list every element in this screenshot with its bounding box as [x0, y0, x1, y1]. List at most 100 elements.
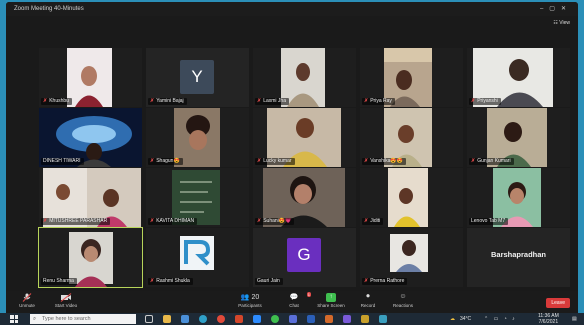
participant-name: ✗ Suhani😍💗	[255, 218, 295, 225]
video-tile[interactable]: ✗ Khushbu	[39, 48, 142, 107]
video-tile[interactable]: ✗ Lucky kumar	[253, 108, 356, 167]
avatar: Y	[180, 60, 214, 94]
video-tile-active-speaker[interactable]: Renu Sharma	[38, 227, 143, 288]
reactions-icon: ☺	[399, 293, 407, 300]
tray-icons[interactable]: ⌃ ▭ ◔ ♪	[484, 315, 517, 323]
muted-mic-icon: ✗	[364, 98, 369, 104]
participant-name: ✗ Jiditi	[362, 218, 384, 225]
muted-mic-icon: ✗	[471, 158, 476, 164]
video-tile[interactable]: ✗ MITUSHREE PARASHAR	[39, 168, 142, 227]
video-tile[interactable]: ✗ KAVITA DHIMAN	[146, 168, 249, 227]
temperature[interactable]: 34°C	[460, 315, 471, 323]
video-tile[interactable]: ✗ Jiditi	[360, 168, 463, 227]
muted-mic-icon	[22, 293, 32, 302]
chat-icon: 💬 1	[289, 292, 311, 301]
participant-name: ✗ Priya Ray	[362, 98, 395, 105]
edge-icon[interactable]	[199, 315, 207, 323]
video-tile[interactable]: ✗ Suhani😍💗	[253, 168, 356, 227]
video-tile[interactable]: ✗ Priyanshi	[467, 48, 570, 107]
participant-name: ✗ Khushbu	[41, 98, 72, 105]
participants-icon: 👥 20	[240, 294, 260, 301]
participants-count: 20	[251, 294, 260, 301]
video-tile[interactable]: ✗ Vanshika😍😍	[360, 108, 463, 167]
search-icon: ⌕	[33, 316, 37, 322]
participant-name: Gauri Jain	[255, 278, 283, 285]
video-tile[interactable]: ✗ Gunjan Kumari	[467, 108, 570, 167]
leave-button[interactable]: Leave	[546, 298, 570, 308]
office-icon[interactable]	[235, 315, 243, 323]
video-tile[interactable]: ✗ Priya Ray	[360, 48, 463, 107]
participant-name: ✗ Gunjan Kumari	[469, 158, 514, 165]
video-tile[interactable]: ✗ Rashmi Shukla	[146, 228, 249, 287]
participant-name: DINESH TIWARI	[41, 158, 84, 165]
muted-mic-icon: ✗	[43, 98, 48, 104]
video-tile[interactable]: Y ✗ Yamini Bajaj	[146, 48, 249, 107]
powerpoint-icon[interactable]	[325, 315, 333, 323]
weather-icon[interactable]: ☁	[450, 315, 455, 323]
video-tile[interactable]: ✗ Laxmi Jha	[253, 48, 356, 107]
share-screen-button[interactable]: ↑ Share Screen	[312, 293, 350, 308]
clock-date: 7/6/2021	[538, 319, 559, 325]
participant-name: ✗ Lucky kumar	[255, 158, 295, 165]
participant-name: ✗ MITUSHREE PARASHAR	[41, 218, 111, 225]
taskbar-search-box[interactable]: ⌕ Type here to search	[30, 314, 136, 324]
participant-name: ✗ KAVITA DHIMAN	[148, 218, 198, 225]
muted-mic-icon: ✗	[471, 98, 476, 104]
video-tile[interactable]: ✗ Prerna Rathore	[360, 228, 463, 287]
record-button[interactable]: ⏺ Record	[356, 293, 380, 308]
video-tile[interactable]: Lenovo Tab M7	[467, 168, 570, 227]
avatar: G	[287, 238, 321, 272]
search-placeholder: Type here to search	[42, 316, 91, 322]
muted-mic-icon: ✗	[257, 98, 262, 104]
meeting-toolbar: Unmute Start Video 👥 20 Participants 💬 1 …	[6, 291, 578, 313]
muted-mic-icon: ✗	[257, 158, 262, 164]
participant-name: ✗ Rashmi Shukla	[148, 278, 193, 285]
muted-mic-icon: ✗	[150, 158, 155, 164]
muted-mic-icon: ✗	[150, 98, 155, 104]
start-video-button[interactable]: Start Video	[50, 293, 82, 308]
windows-taskbar: ⌕ Type here to search ☁ 34°C ⌃ ▭ ◔ ♪ 11:…	[0, 313, 584, 325]
muted-mic-icon: ✗	[364, 278, 369, 284]
participant-name: ✗ Priyanshi	[469, 98, 501, 105]
windows-start-icon[interactable]	[10, 315, 18, 323]
reactions-button[interactable]: ☺ Reactions	[388, 293, 418, 308]
unmute-button[interactable]: Unmute	[14, 293, 40, 308]
muted-mic-icon: ✗	[150, 278, 155, 284]
muted-mic-icon: ✗	[43, 218, 48, 224]
file-explorer-icon[interactable]	[163, 315, 171, 323]
chat-button[interactable]: 💬 1 Chat	[282, 292, 311, 308]
store-icon[interactable]	[181, 315, 189, 323]
clock[interactable]: 11:36 AM 7/6/2021	[538, 313, 559, 325]
video-tile[interactable]: Barshapradhan	[467, 228, 570, 287]
participant-name: Renu Sharma	[41, 278, 77, 285]
record-icon: ⏺	[366, 293, 370, 300]
zoom-window: Zoom Meeting 40-Minutes –▢✕ ☷ View ✗ Khus…	[6, 2, 578, 325]
participant-name: ✗ Shagun😍	[148, 158, 183, 165]
participant-name: ✗ Yamini Bajaj	[148, 98, 187, 105]
zoom-icon[interactable]	[253, 315, 261, 323]
participants-button[interactable]: 👥 20 Participants	[232, 293, 268, 308]
notifications-icon[interactable]: ▤	[572, 315, 577, 323]
video-tile[interactable]: DINESH TIWARI	[39, 108, 142, 167]
muted-mic-icon: ✗	[364, 218, 369, 224]
chrome-icon[interactable]	[217, 315, 225, 323]
video-camera-off-icon	[60, 293, 72, 302]
photos-icon[interactable]	[289, 315, 297, 323]
video-tile[interactable]: ✗ Shagun😍	[146, 108, 249, 167]
muted-mic-icon: ✗	[150, 218, 155, 224]
participant-name: ✗ Vanshika😍😍	[362, 158, 406, 165]
share-screen-icon: ↑	[326, 293, 336, 302]
word-icon[interactable]	[307, 315, 315, 323]
app-icon[interactable]	[343, 315, 351, 323]
participant-name: Lenovo Tab M7	[469, 218, 509, 225]
participant-name: ✗ Laxmi Jha	[255, 98, 289, 105]
muted-mic-icon: ✗	[364, 158, 369, 164]
whatsapp-icon[interactable]	[271, 315, 279, 323]
muted-mic-icon: ✗	[257, 218, 262, 224]
video-off-name: Barshapradhan	[490, 250, 547, 259]
video-tile[interactable]: G Gauri Jain	[253, 228, 356, 287]
task-view-icon[interactable]	[145, 315, 153, 323]
app-icon[interactable]	[379, 315, 387, 323]
app-icon[interactable]	[361, 315, 369, 323]
participant-name: ✗ Prerna Rathore	[362, 278, 408, 285]
